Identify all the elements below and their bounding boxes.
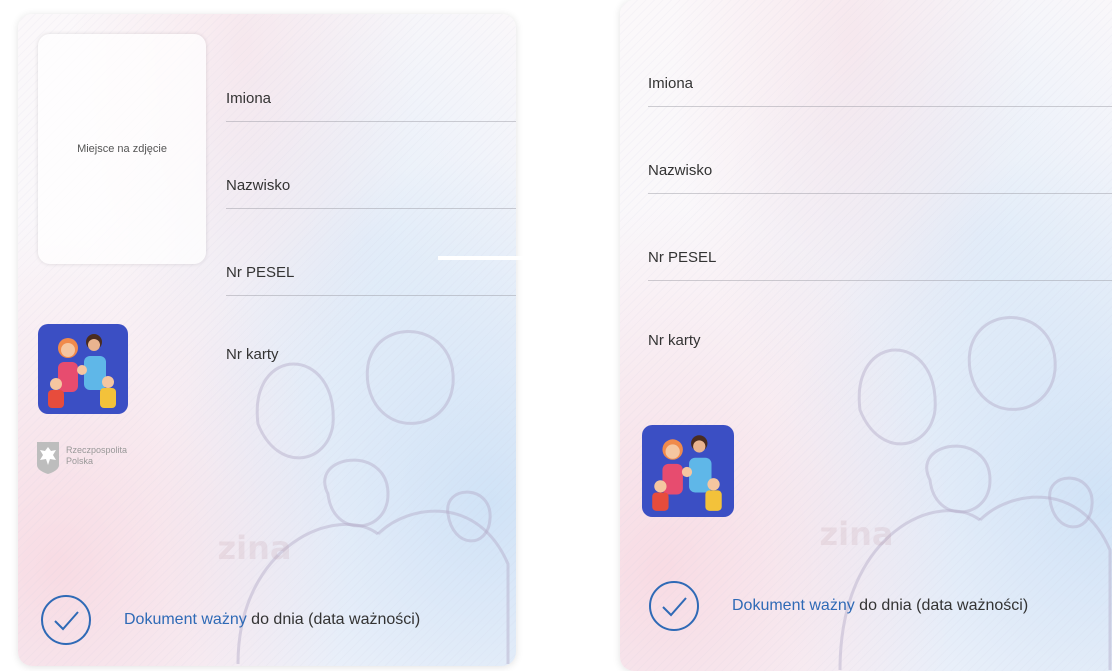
- validity-row: Dokument ważny do dnia (data ważności): [648, 580, 1028, 632]
- surname-label: Nazwisko: [648, 162, 713, 179]
- validity-strong: Dokument ważny: [124, 611, 247, 628]
- issuer-name: Rzeczpospolita Polska: [66, 445, 127, 467]
- pesel-field: Nr PESEL: [648, 224, 1112, 281]
- validity-text: Dokument ważny do dnia (data ważności): [732, 597, 1028, 615]
- republic-of-poland-logo: Rzeczpospolita Polska: [36, 439, 176, 483]
- card-number-field: Nr karty: [226, 346, 516, 402]
- issuer-line-1: Rzeczpospolita: [66, 445, 128, 455]
- surname-field: Nazwisko: [648, 137, 1112, 194]
- family-emblem-icon: [38, 324, 128, 414]
- first-names-field: Imiona: [648, 50, 1112, 107]
- pesel-field: Nr PESEL: [226, 239, 516, 296]
- validity-rest: do dnia (data ważności): [859, 597, 1029, 614]
- card-number-field: Nr karty: [648, 332, 1112, 388]
- family-emblem-icon: [642, 425, 734, 517]
- validity-text: Dokument ważny do dnia (data ważności): [124, 611, 420, 629]
- pesel-label: Nr PESEL: [226, 264, 295, 281]
- surname-field: Nazwisko: [226, 152, 516, 209]
- check-circle-icon: [41, 595, 91, 645]
- validity-rest: do dnia (data ważności): [251, 611, 421, 628]
- first-names-label: Imiona: [648, 75, 694, 92]
- card-number-label: Nr karty: [648, 332, 701, 349]
- validity-row: Dokument ważny do dnia (data ważności): [40, 594, 420, 646]
- first-names-label: Imiona: [226, 90, 272, 107]
- eagle-emblem-icon: [37, 442, 59, 474]
- photo-placeholder-label: Miejsce na zdjęcie: [77, 143, 167, 155]
- check-circle-icon: [649, 581, 699, 631]
- first-names-field: Imiona: [226, 65, 516, 122]
- card-number-label: Nr karty: [226, 346, 279, 363]
- svg-text:Rodzina: Rodzina: [218, 529, 292, 567]
- photo-placeholder: Miejsce na zdjęcie: [38, 34, 206, 264]
- left-document-card: Rodzina Miejsce na zdjęcie Imiona Nazwis…: [18, 14, 516, 666]
- validity-strong: Dokument ważny: [732, 597, 855, 614]
- svg-text:Rodzina: Rodzina: [820, 515, 894, 553]
- pesel-label: Nr PESEL: [648, 249, 717, 266]
- card-separator: [438, 256, 528, 260]
- surname-label: Nazwisko: [226, 177, 291, 194]
- issuer-line-2: Polska: [66, 456, 94, 466]
- right-document-card: Rodzina Imiona Nazwisko Nr PESEL Nr kart…: [620, 0, 1112, 671]
